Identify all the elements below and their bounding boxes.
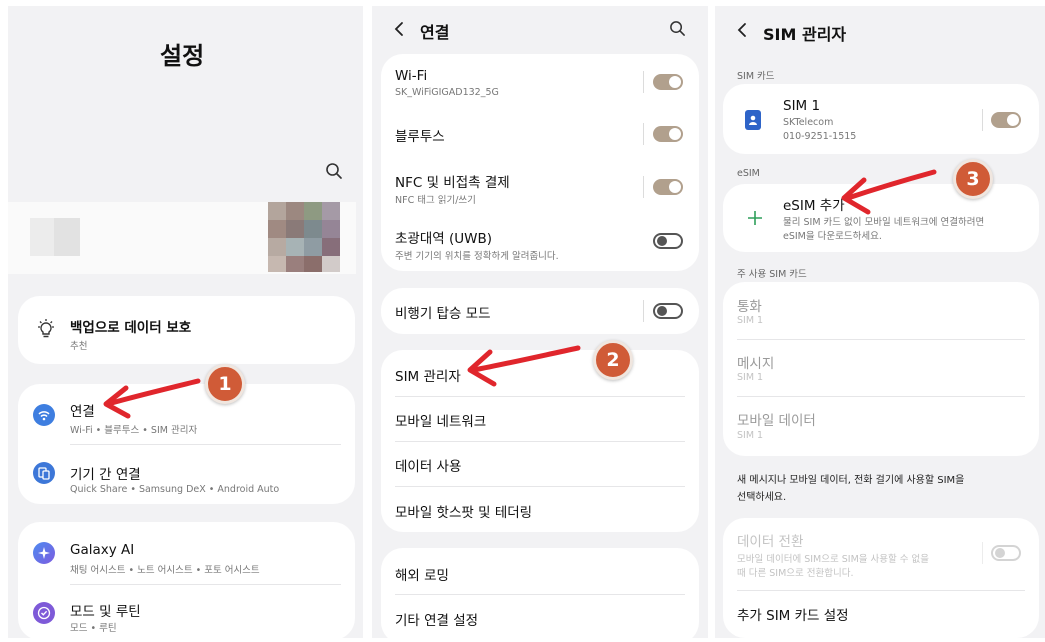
- arrow-3: [841, 169, 937, 215]
- arrow-2: [467, 345, 581, 387]
- annotation-arrows: [103, 169, 937, 419]
- arrow-1: [103, 378, 201, 419]
